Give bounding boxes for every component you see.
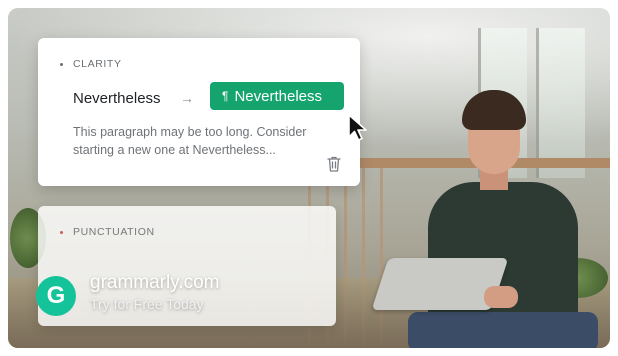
brand-url[interactable]: grammarly.com [90,272,220,294]
mouse-cursor-icon [348,114,367,141]
category-label: CLARITY [73,58,122,70]
trash-icon[interactable] [326,155,342,173]
arrow-right-icon: → [180,90,194,106]
clarity-suggestion-card: CLARITY Nevertheless → ¶ Nevertheless Th… [38,38,360,186]
category-label: PUNCTUATION [73,226,155,238]
person-hair [462,90,526,130]
person-with-laptop [371,90,610,348]
pilcrow-icon: ¶ [222,89,229,103]
card-category: CLARITY [60,58,122,70]
bullet-icon [60,230,63,234]
original-word: Nevertheless [73,90,161,107]
grammarly-logo-icon: G [36,276,76,316]
person-jeans [408,312,598,348]
bullet-icon [60,62,63,66]
accept-suggestion-button[interactable]: ¶ Nevertheless [210,82,344,110]
person-hand [484,286,518,308]
brand-tagline: Try for Free Today [90,296,204,312]
suggestion-label: Nevertheless [234,87,322,105]
suggestion-description: This paragraph may be too long. Consider… [73,125,307,157]
card-category: PUNCTUATION [60,226,155,238]
